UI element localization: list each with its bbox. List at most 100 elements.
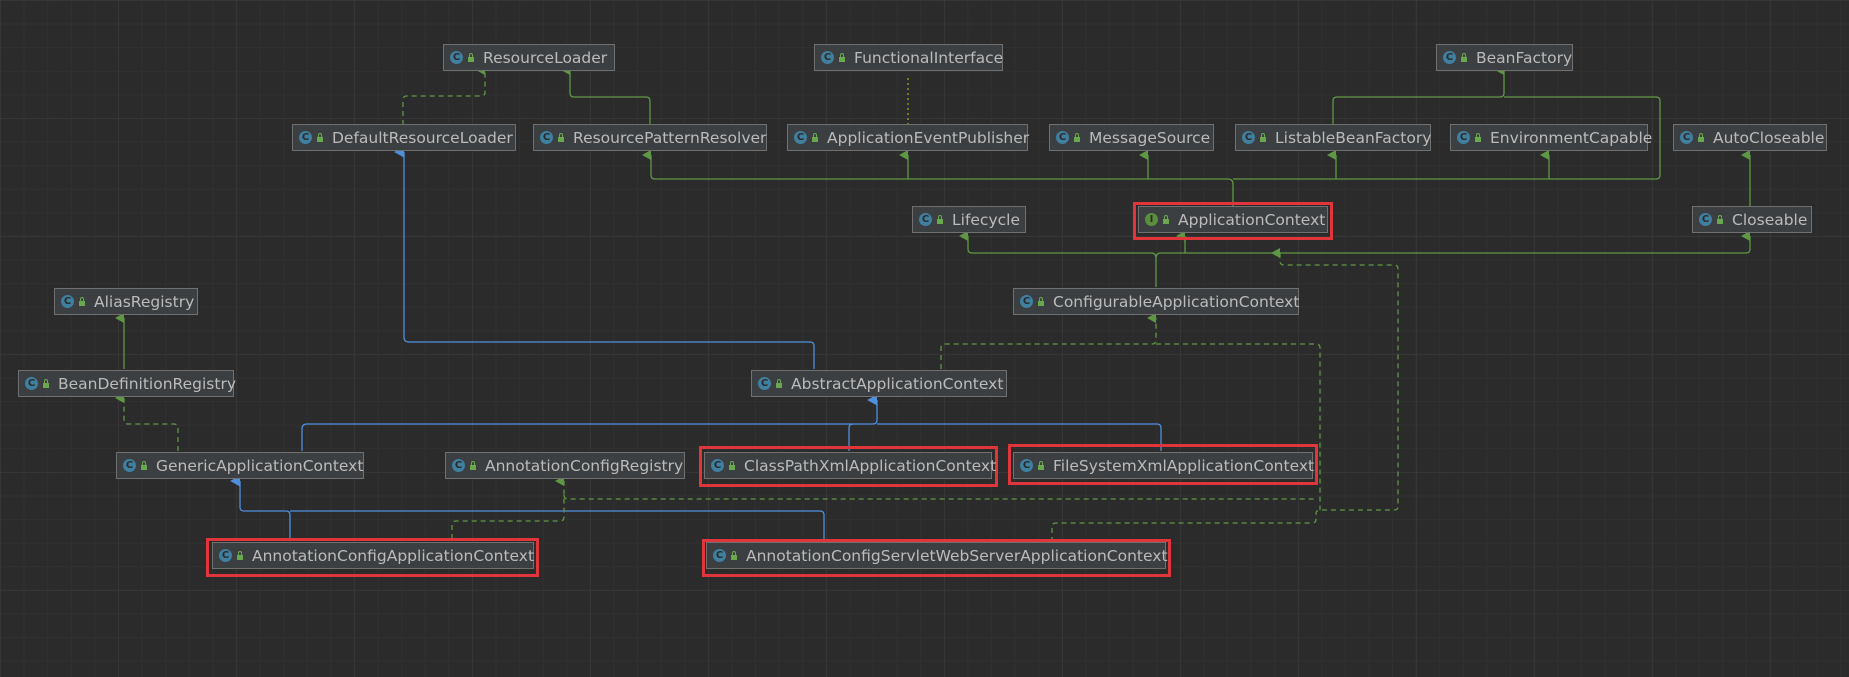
lock-icon xyxy=(1698,133,1704,142)
edge-resourcepatternresolver-resourceloader xyxy=(561,65,651,125)
node-beanfactory[interactable]: C BeanFactory xyxy=(1436,44,1573,71)
lock-icon xyxy=(776,379,782,388)
class-icon: C xyxy=(219,549,232,562)
node-applicationeventpublisher[interactable]: C ApplicationEventPublisher xyxy=(787,124,1030,151)
class-icon: C xyxy=(1443,51,1456,64)
class-icon: C xyxy=(711,459,724,472)
node-label: FileSystemXmlApplicationContext xyxy=(1053,456,1315,475)
node-label: ResourceLoader xyxy=(483,48,608,67)
lock-icon xyxy=(839,53,845,62)
class-icon: C xyxy=(794,131,807,144)
lock-icon xyxy=(1163,215,1169,224)
lock-icon xyxy=(1074,133,1080,142)
class-icon: C xyxy=(61,295,74,308)
node-label: GenericApplicationContext xyxy=(156,456,364,475)
node-listablebeanfactory[interactable]: C ListableBeanFactory xyxy=(1235,124,1431,151)
node-label: AliasRegistry xyxy=(94,292,195,311)
class-icon: C xyxy=(1699,213,1712,226)
node-annotationconfigservletwebserverapplicationcontext[interactable]: C AnnotationConfigServletWebServerApplic… xyxy=(706,542,1168,569)
node-label: BeanDefinitionRegistry xyxy=(58,374,237,393)
edge-configurable-bus xyxy=(959,231,1157,287)
lock-icon xyxy=(731,551,737,560)
node-defaultresourceloader[interactable]: C DefaultResourceLoader xyxy=(292,124,516,151)
edge-abstract-defaultresourceloader xyxy=(394,146,815,369)
class-icon: C xyxy=(1242,131,1255,144)
lock-icon xyxy=(1475,133,1481,142)
class-icon: C xyxy=(1020,295,1033,308)
node-environmentcapable[interactable]: C EnvironmentCapable xyxy=(1450,124,1652,151)
lock-icon xyxy=(729,461,735,470)
edge-applicationcontext-bus xyxy=(642,150,1234,206)
edge-defaultresourceloader-resourceloader xyxy=(402,65,486,125)
node-filesystemxmlapplicationcontext[interactable]: C FileSystemXmlApplicationContext xyxy=(1013,452,1315,479)
node-label: AutoCloseable xyxy=(1713,128,1825,147)
lock-icon xyxy=(470,461,476,470)
node-abstractapplicationcontext[interactable]: C AbstractApplicationContext xyxy=(751,370,1007,397)
node-label: EnvironmentCapable xyxy=(1490,128,1653,147)
node-messagesource[interactable]: C MessageSource xyxy=(1049,124,1214,151)
node-annotationconfigregistry[interactable]: C AnnotationConfigRegistry xyxy=(445,452,685,479)
class-icon: C xyxy=(1020,459,1033,472)
edge-subclasses-abstract xyxy=(301,394,878,451)
class-icon: C xyxy=(919,213,932,226)
node-label: AbstractApplicationContext xyxy=(791,374,1004,393)
edge-listablebeanfactory-beanfactory xyxy=(1332,65,1505,125)
lock-icon xyxy=(468,53,474,62)
lock-icon xyxy=(812,133,818,142)
lock-icon xyxy=(1038,461,1044,470)
class-icon: C xyxy=(450,51,463,64)
lock-icon xyxy=(43,379,49,388)
node-classpathxmlapplicationcontext[interactable]: C ClassPathXmlApplicationContext xyxy=(704,452,996,479)
node-aliasregistry[interactable]: C AliasRegistry xyxy=(54,288,198,315)
edge-annotation-registry xyxy=(451,476,565,539)
node-label: BeanFactory xyxy=(1476,48,1573,67)
node-applicationcontext[interactable]: I ApplicationContext xyxy=(1138,206,1328,233)
node-label: ApplicationContext xyxy=(1178,210,1326,229)
interface-icon: I xyxy=(1145,213,1158,226)
node-label: DefaultResourceLoader xyxy=(332,128,513,147)
class-icon: C xyxy=(540,131,553,144)
node-functionalinterface[interactable]: C FunctionalInterface xyxy=(814,44,1003,71)
class-icon: C xyxy=(25,377,38,390)
node-genericapplicationcontext[interactable]: C GenericApplicationContext xyxy=(116,452,364,479)
lock-icon xyxy=(1461,53,1467,62)
node-beandefinitionregistry[interactable]: C BeanDefinitionRegistry xyxy=(18,370,237,397)
lock-icon xyxy=(1260,133,1266,142)
class-icon: C xyxy=(299,131,312,144)
class-icon: C xyxy=(1056,131,1069,144)
node-label: ConfigurableApplicationContext xyxy=(1053,292,1300,311)
node-label: AnnotationConfigServletWebServerApplicat… xyxy=(746,546,1168,565)
lock-icon xyxy=(237,551,243,560)
class-icon: C xyxy=(713,549,726,562)
edge-annotation-generic xyxy=(230,475,291,539)
lock-icon xyxy=(317,133,323,142)
class-icon: C xyxy=(821,51,834,64)
node-annotationconfigapplicationcontext[interactable]: C AnnotationConfigApplicationContext xyxy=(212,542,534,569)
node-label: ClassPathXmlApplicationContext xyxy=(744,456,997,475)
node-label: ApplicationEventPublisher xyxy=(827,128,1030,147)
node-label: AnnotationConfigApplicationContext xyxy=(252,546,535,565)
class-icon: C xyxy=(123,459,136,472)
node-closeable[interactable]: C Closeable xyxy=(1692,206,1812,233)
edge-abstract-configurable xyxy=(940,313,1157,369)
lock-icon xyxy=(79,297,85,306)
node-label: ListableBeanFactory xyxy=(1275,128,1432,147)
lock-icon xyxy=(1717,215,1723,224)
node-label: FunctionalInterface xyxy=(854,48,1004,67)
node-label: AnnotationConfigRegistry xyxy=(485,456,684,475)
edge-generic-beandefinitionregistry xyxy=(115,393,179,451)
node-label: Closeable xyxy=(1732,210,1808,229)
node-lifecycle[interactable]: C Lifecycle xyxy=(912,206,1026,233)
node-resourceloader[interactable]: C ResourceLoader xyxy=(443,44,615,71)
class-icon: C xyxy=(452,459,465,472)
lock-icon xyxy=(937,215,943,224)
lock-icon xyxy=(558,133,564,142)
lock-icon xyxy=(1038,297,1044,306)
node-autocloseable[interactable]: C AutoCloseable xyxy=(1673,124,1827,151)
node-resourcepatternresolver[interactable]: C ResourcePatternResolver xyxy=(533,124,767,151)
node-configurableapplicationcontext[interactable]: C ConfigurableApplicationContext xyxy=(1013,288,1299,315)
class-icon: C xyxy=(1680,131,1693,144)
class-icon: C xyxy=(1457,131,1470,144)
node-label: ResourcePatternResolver xyxy=(573,128,767,147)
node-label: Lifecycle xyxy=(952,210,1020,229)
